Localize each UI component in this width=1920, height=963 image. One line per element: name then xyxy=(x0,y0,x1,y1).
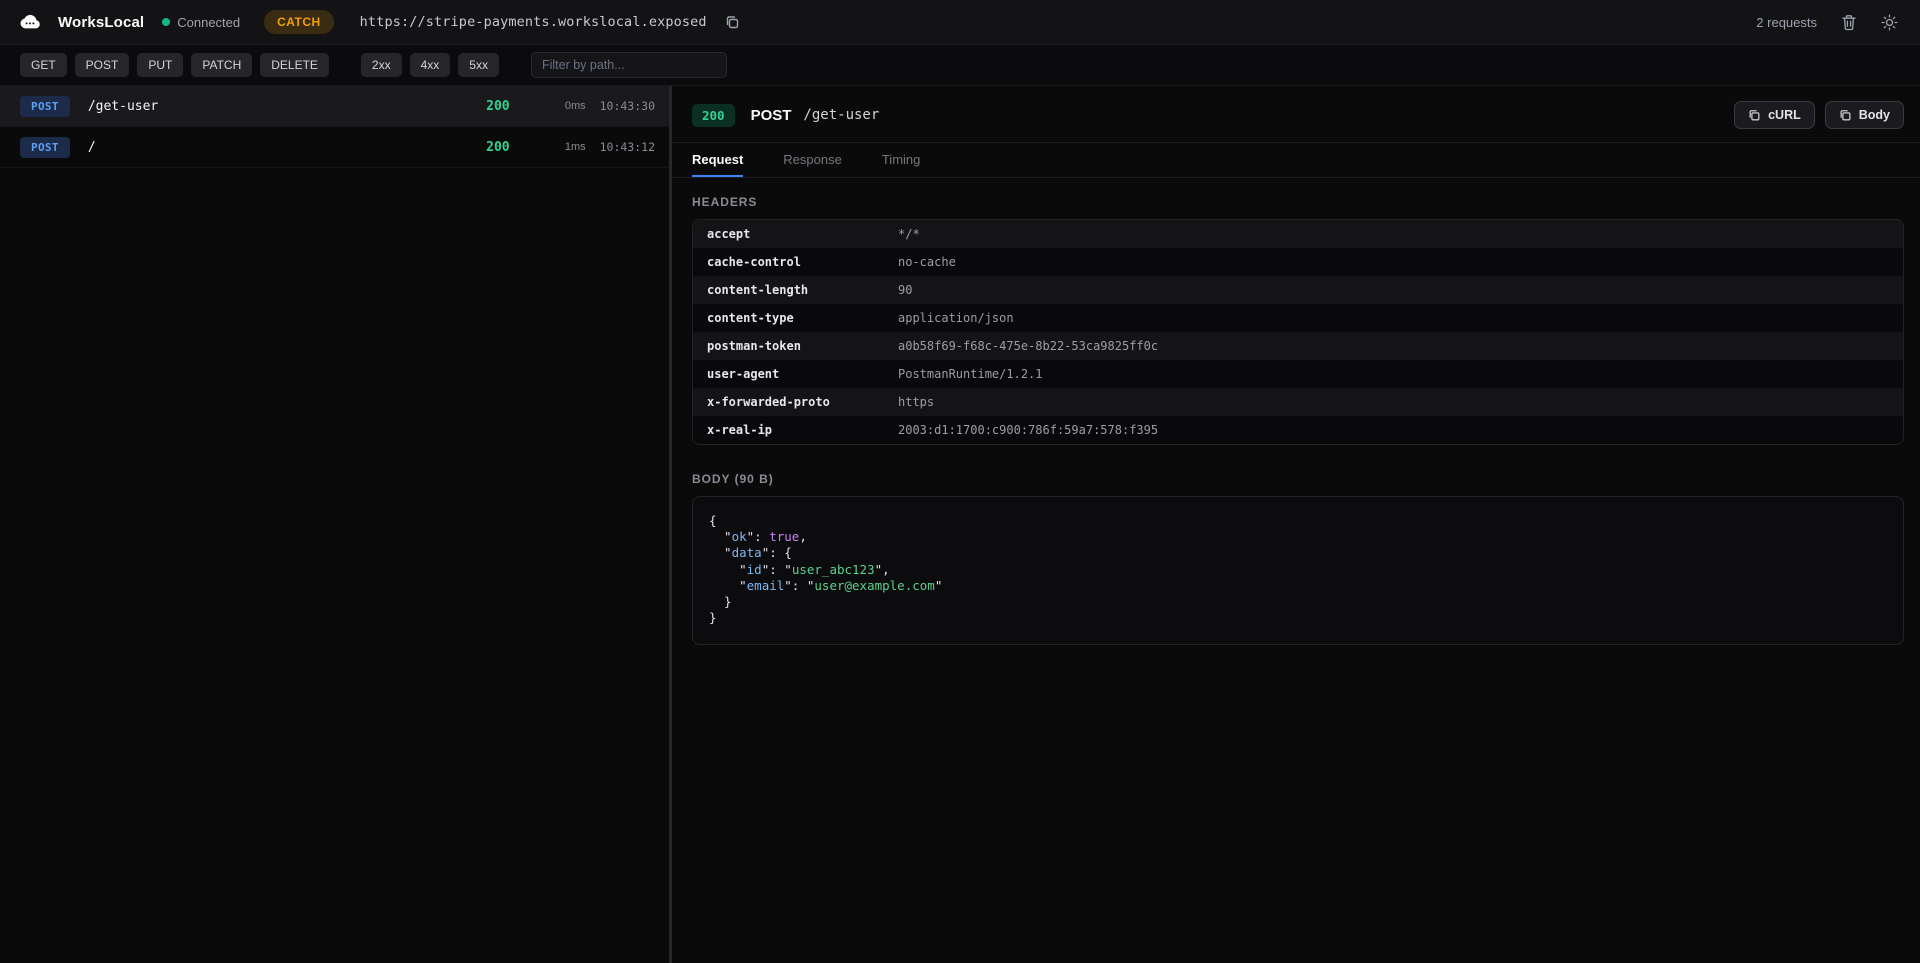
request-path: /get-user xyxy=(88,99,486,114)
header-value: application/json xyxy=(898,311,1014,325)
body-section-title: BODY (90 B) xyxy=(692,472,1904,486)
curl-button-label: cURL xyxy=(1768,108,1801,122)
clear-requests-button[interactable] xyxy=(1837,10,1861,35)
copy-icon xyxy=(725,15,740,30)
method-badge: POST xyxy=(20,96,70,117)
header-row: content-type application/json xyxy=(693,304,1903,332)
request-list: POST /get-user 200 0ms 10:43:30 POST / 2… xyxy=(0,86,669,963)
header-row: x-real-ip 2003:d1:1700:c900:786f:59a7:57… xyxy=(693,416,1903,444)
trash-icon xyxy=(1841,14,1857,31)
request-row[interactable]: POST / 200 1ms 10:43:12 xyxy=(0,127,669,168)
header-value: https xyxy=(898,395,934,409)
header-value: no-cache xyxy=(898,255,956,269)
header-value: PostmanRuntime/1.2.1 xyxy=(898,367,1043,381)
request-time: 10:43:30 xyxy=(600,99,655,113)
body-code-block: { "ok": true, "data": { "id": "user_abc1… xyxy=(692,496,1904,645)
request-detail-panel: 200 POST /get-user cURL Body Request Res… xyxy=(672,86,1920,963)
request-time: 10:43:12 xyxy=(600,140,655,154)
copy-icon xyxy=(1748,109,1761,122)
request-row[interactable]: POST /get-user 200 0ms 10:43:30 xyxy=(0,86,669,127)
detail-header: 200 POST /get-user cURL Body xyxy=(672,86,1920,142)
request-status: 200 xyxy=(486,140,509,155)
header-key: cache-control xyxy=(693,255,898,269)
filter-method-get[interactable]: GET xyxy=(20,53,67,77)
filter-method-patch[interactable]: PATCH xyxy=(191,53,252,77)
header-key: content-length xyxy=(693,283,898,297)
body-button-label: Body xyxy=(1859,108,1890,122)
header-key: x-real-ip xyxy=(693,423,898,437)
filter-status-4xx[interactable]: 4xx xyxy=(410,53,451,77)
connected-dot-icon xyxy=(162,18,170,26)
header-key: user-agent xyxy=(693,367,898,381)
tab-timing[interactable]: Timing xyxy=(882,143,921,177)
header-key: content-type xyxy=(693,311,898,325)
filter-bar: GET POST PUT PATCH DELETE 2xx 4xx 5xx xyxy=(0,45,1920,86)
copy-body-button[interactable]: Body xyxy=(1825,101,1904,129)
catch-mode-badge[interactable]: CATCH xyxy=(264,10,334,34)
header-value: */* xyxy=(898,227,920,241)
detail-content: HEADERS accept */* cache-control no-cach… xyxy=(672,195,1920,665)
main-area: POST /get-user 200 0ms 10:43:30 POST / 2… xyxy=(0,86,1920,963)
sun-icon xyxy=(1881,14,1898,31)
request-status: 200 xyxy=(486,99,509,114)
method-badge: POST xyxy=(20,137,70,158)
cloud-logo-icon xyxy=(18,12,44,32)
header-value: 2003:d1:1700:c900:786f:59a7:578:f395 xyxy=(898,423,1158,437)
detail-tabs: Request Response Timing xyxy=(672,142,1920,178)
topbar: WorksLocal Connected CATCH https://strip… xyxy=(0,0,1920,45)
request-path: / xyxy=(88,140,486,155)
tab-request[interactable]: Request xyxy=(692,143,743,177)
status-badge: 200 xyxy=(692,104,735,127)
header-key: postman-token xyxy=(693,339,898,353)
detail-path: /get-user xyxy=(803,107,1724,123)
copy-url-button[interactable] xyxy=(721,11,744,34)
header-row: x-forwarded-proto https xyxy=(693,388,1903,416)
tunnel-url: https://stripe-payments.workslocal.expos… xyxy=(360,14,707,30)
tab-response[interactable]: Response xyxy=(783,143,842,177)
headers-section-title: HEADERS xyxy=(692,195,1904,209)
body-json: { "ok": true, "data": { "id": "user_abc1… xyxy=(709,513,1887,626)
request-duration: 0ms xyxy=(544,100,586,112)
filter-method-put[interactable]: PUT xyxy=(137,53,183,77)
theme-toggle-button[interactable] xyxy=(1877,10,1902,35)
filter-status-5xx[interactable]: 5xx xyxy=(458,53,499,77)
filter-status-2xx[interactable]: 2xx xyxy=(361,53,402,77)
header-row: cache-control no-cache xyxy=(693,248,1903,276)
header-key: accept xyxy=(693,227,898,241)
header-key: x-forwarded-proto xyxy=(693,395,898,409)
copy-icon xyxy=(1839,109,1852,122)
requests-count: 2 requests xyxy=(1756,15,1817,30)
header-row: postman-token a0b58f69-f68c-475e-8b22-53… xyxy=(693,332,1903,360)
header-row: content-length 90 xyxy=(693,276,1903,304)
header-row: user-agent PostmanRuntime/1.2.1 xyxy=(693,360,1903,388)
headers-table: accept */* cache-control no-cache conten… xyxy=(692,219,1904,445)
header-row: accept */* xyxy=(693,220,1903,248)
filter-method-delete[interactable]: DELETE xyxy=(260,53,329,77)
detail-method: POST xyxy=(751,107,792,124)
header-value: a0b58f69-f68c-475e-8b22-53ca9825ff0c xyxy=(898,339,1158,353)
path-filter-input[interactable] xyxy=(531,52,727,78)
request-duration: 1ms xyxy=(544,141,586,153)
connection-status: Connected xyxy=(162,15,240,30)
copy-curl-button[interactable]: cURL xyxy=(1734,101,1815,129)
header-value: 90 xyxy=(898,283,912,297)
app-title: WorksLocal xyxy=(58,14,144,31)
filter-method-post[interactable]: POST xyxy=(75,53,130,77)
